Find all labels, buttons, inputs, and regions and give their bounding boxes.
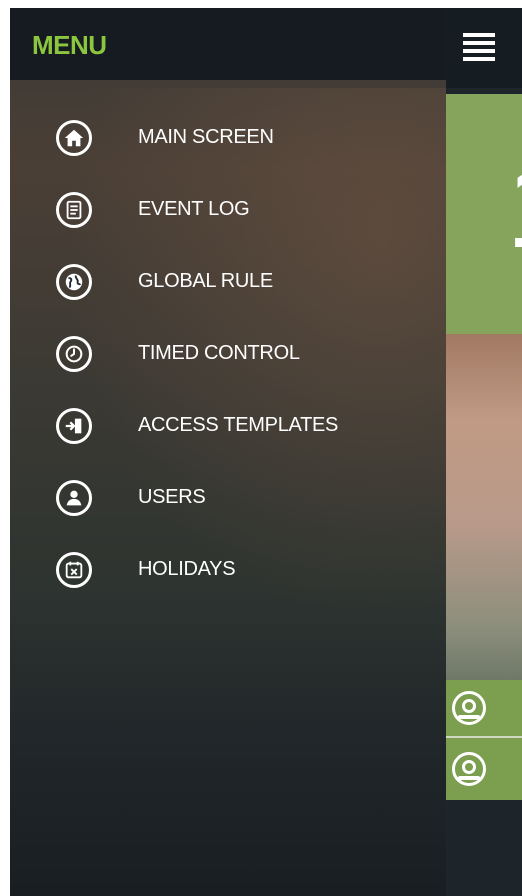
side-drawer: MENU MAIN SCREEN EVENT LOG GLOBAL RULE T… — [10, 8, 446, 896]
menu-item-label: HOLIDAYS — [138, 558, 236, 580]
webcam-icon — [452, 752, 486, 786]
camera-row[interactable] — [446, 680, 522, 736]
calendar-x-icon — [56, 552, 92, 588]
menu-item-global-rule[interactable]: GLOBAL RULE — [10, 250, 446, 314]
camera-preview — [446, 334, 522, 680]
menu-item-access-templates[interactable]: ACCESS TEMPLATES — [10, 394, 446, 458]
hamburger-menu-icon[interactable] — [461, 28, 497, 64]
app-screen: 1 MENU MAIN SCREEN EVENT LOG — [10, 8, 522, 896]
menu-item-label: GLOBAL RULE — [138, 270, 273, 292]
menu-item-label: EVENT LOG — [138, 198, 250, 220]
app-header — [446, 8, 522, 88]
globe-icon — [56, 264, 92, 300]
menu-item-label: TIMED CONTROL — [138, 342, 300, 364]
menu-item-label: USERS — [138, 486, 206, 508]
webcam-icon — [452, 691, 486, 725]
main-content-peek: 1 — [446, 8, 522, 896]
door-enter-icon — [56, 408, 92, 444]
menu-title: MENU — [32, 30, 107, 60]
user-icon — [56, 480, 92, 516]
menu-item-event-log[interactable]: EVENT LOG — [10, 178, 446, 242]
camera-row[interactable] — [446, 738, 522, 800]
drawer-header: MENU — [10, 8, 446, 80]
menu-item-holidays[interactable]: HOLIDAYS — [10, 538, 446, 602]
menu-item-users[interactable]: USERS — [10, 466, 446, 530]
menu-item-timed-control[interactable]: TIMED CONTROL — [10, 322, 446, 386]
clock-icon — [56, 336, 92, 372]
menu-item-label: ACCESS TEMPLATES — [138, 414, 339, 436]
menu-item-main-screen[interactable]: MAIN SCREEN — [10, 106, 446, 170]
home-icon — [56, 120, 92, 156]
menu-item-label: MAIN SCREEN — [138, 126, 274, 148]
status-tile-value: 1 — [506, 146, 522, 266]
document-icon — [56, 192, 92, 228]
